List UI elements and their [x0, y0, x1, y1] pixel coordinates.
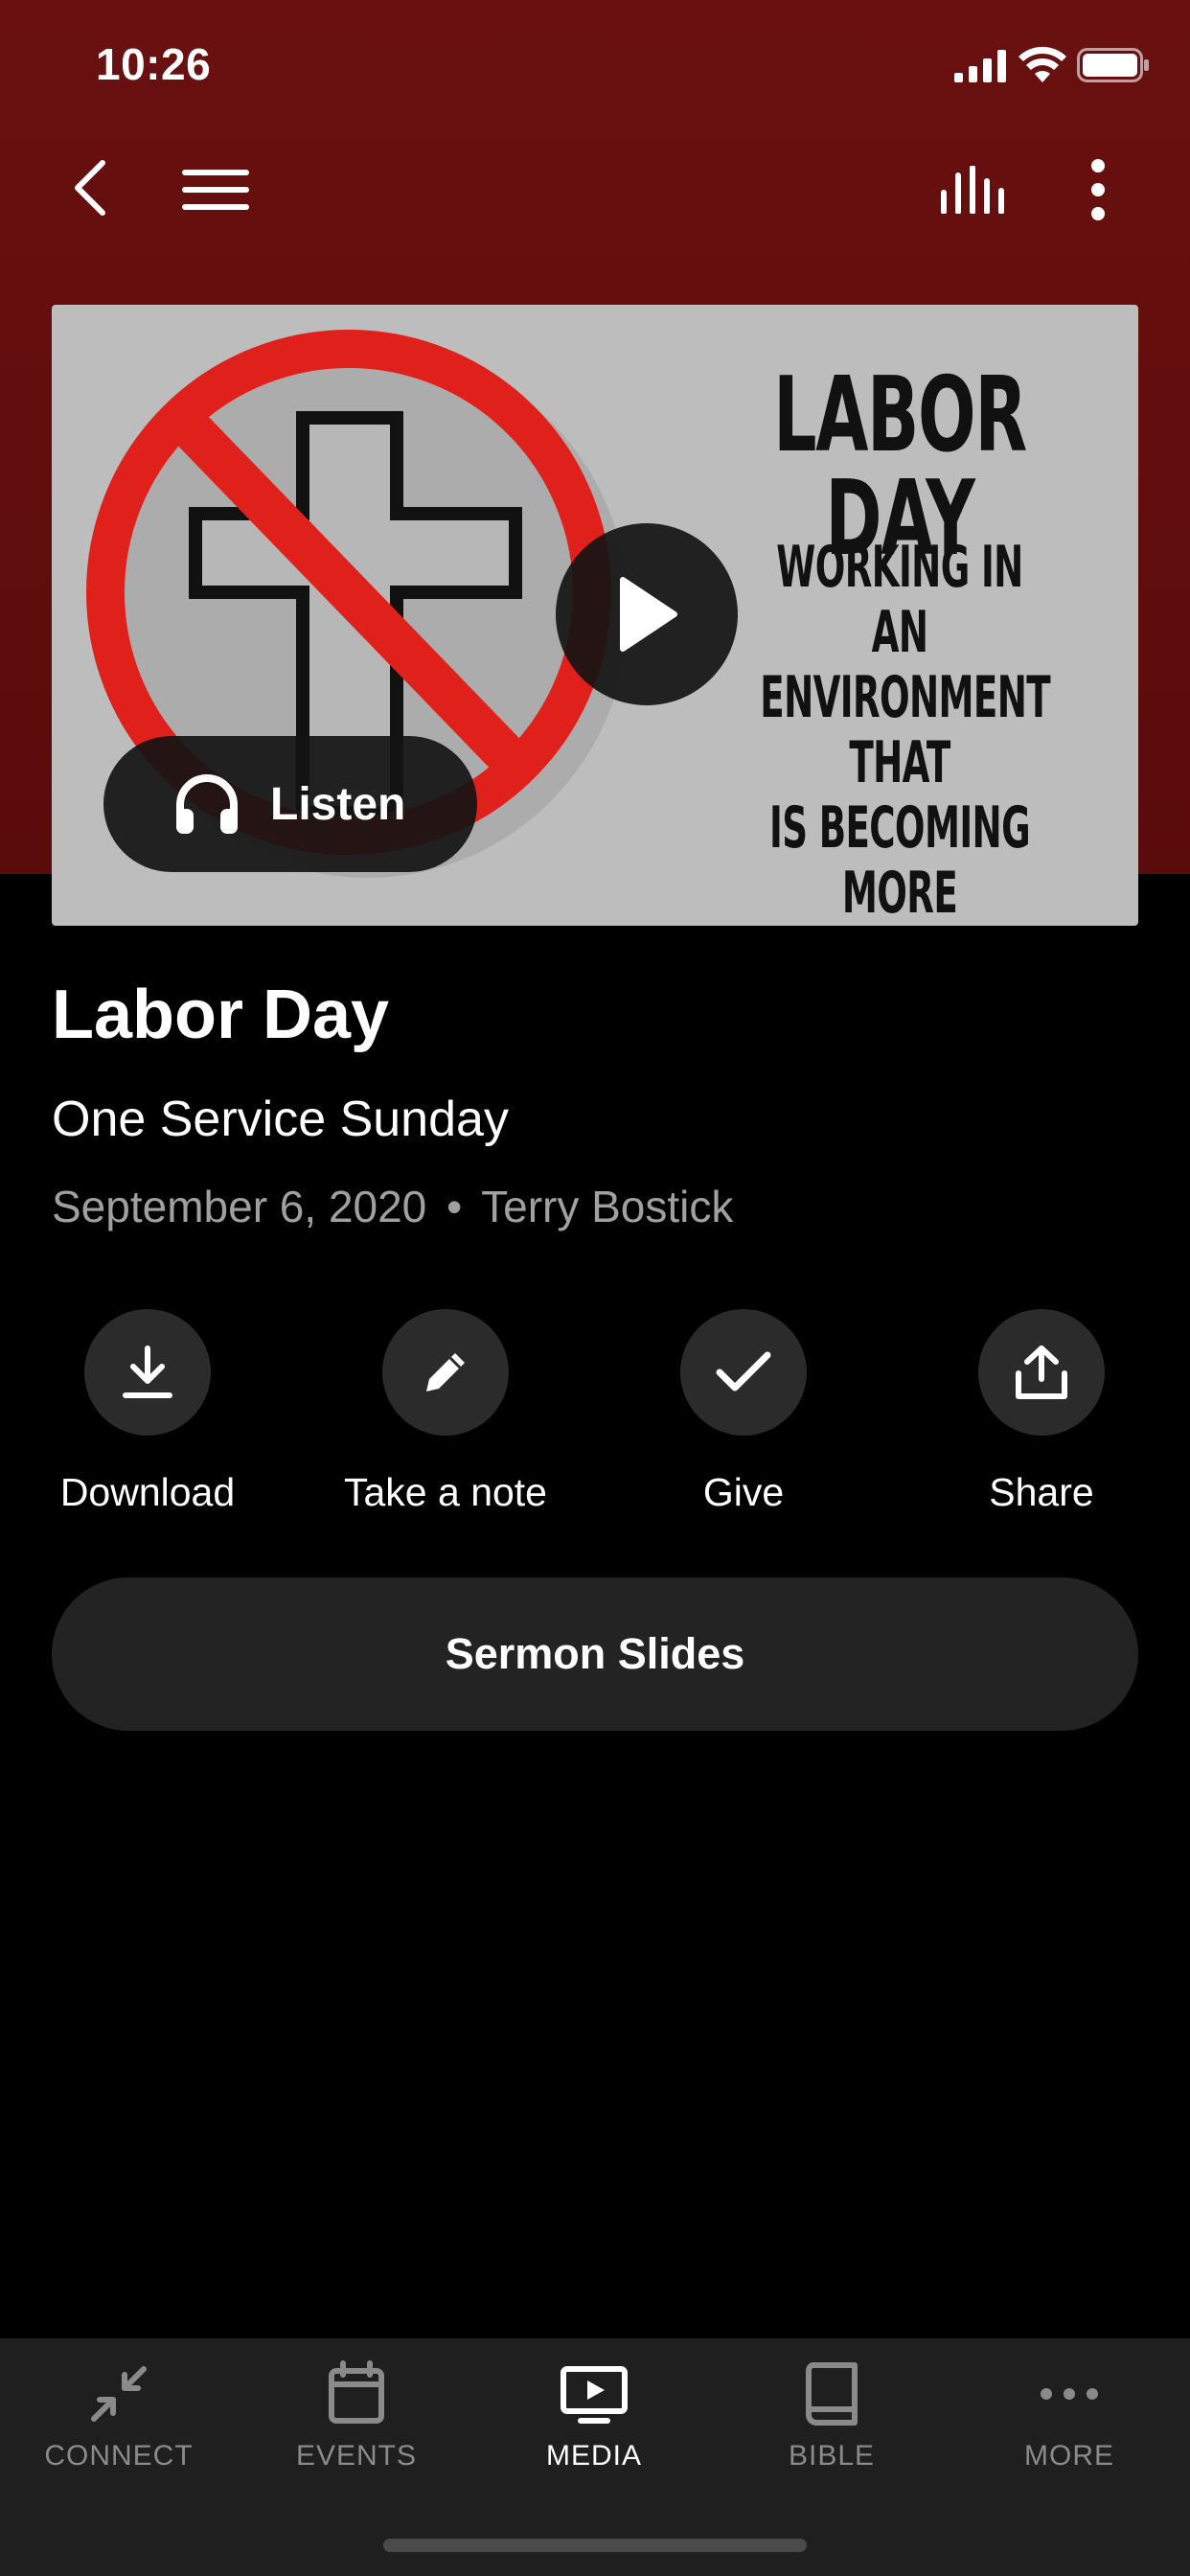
battery-icon: [1077, 48, 1149, 82]
download-circle: [84, 1309, 211, 1436]
back-button[interactable]: [56, 151, 123, 224]
listen-button[interactable]: Listen: [103, 736, 477, 872]
play-icon: [620, 577, 677, 652]
book-icon: [806, 2362, 858, 2426]
tab-bible[interactable]: BIBLE: [713, 2359, 950, 2503]
hamburger-menu-icon: [182, 170, 249, 210]
tab-media[interactable]: MEDIA: [475, 2359, 713, 2503]
home-indicator: [383, 2539, 807, 2552]
download-button[interactable]: Download: [33, 1309, 263, 1530]
play-button[interactable]: [556, 523, 738, 705]
take-note-label: Take a note: [344, 1470, 547, 1514]
meta-separator: •: [446, 1182, 463, 1231]
tab-connect[interactable]: CONNECT: [0, 2359, 238, 2503]
pencil-icon: [426, 1353, 465, 1392]
give-label: Give: [702, 1470, 785, 1514]
note-circle: [382, 1309, 509, 1436]
tab-more[interactable]: MORE: [950, 2359, 1188, 2503]
tab-connect-label: CONNECT: [44, 2440, 194, 2472]
sermon-detail-screen: 10:26 LABOR DAY WORKING IN AN ENVIRONMEN…: [0, 0, 1190, 2576]
share-label: Share: [989, 1470, 1094, 1514]
sermon-slides-button[interactable]: Sermon Slides: [52, 1577, 1138, 1731]
tab-media-label: MEDIA: [545, 2440, 642, 2472]
tab-events-label: EVENTS: [295, 2440, 418, 2472]
connect-arrows-icon: [91, 2366, 147, 2422]
wifi-icon: [1018, 46, 1066, 82]
share-circle: [978, 1309, 1105, 1436]
card-subtitle: WORKING IN AN ENVIRONMENT THAT IS BECOMI…: [760, 534, 1050, 926]
share-icon: [1016, 1346, 1067, 1399]
take-note-button[interactable]: Take a note: [331, 1309, 561, 1530]
download-label: Download: [59, 1470, 236, 1514]
checkmark-icon: [716, 1351, 771, 1392]
tab-bible-label: BIBLE: [788, 2440, 876, 2472]
tab-more-label: MORE: [1024, 2440, 1114, 2472]
give-button[interactable]: Give: [629, 1309, 858, 1530]
chevron-left-icon: [75, 160, 105, 216]
status-bar: 10:26: [0, 0, 1190, 134]
sermon-date: September 6, 2020: [52, 1182, 427, 1231]
sermon-meta: September 6, 2020 • Terry Bostick: [52, 1181, 733, 1232]
cellular-signal-icon: [954, 50, 1006, 82]
download-icon: [123, 1346, 172, 1398]
sermon-title: Labor Day: [52, 977, 390, 1053]
vertical-dots-icon: [1091, 159, 1105, 220]
sermon-series: One Service Sunday: [52, 1092, 509, 1147]
sermon-artwork[interactable]: LABOR DAY WORKING IN AN ENVIRONMENT THAT…: [52, 305, 1138, 926]
tab-events[interactable]: EVENTS: [238, 2359, 475, 2503]
menu-button[interactable]: [174, 153, 257, 226]
more-options-button[interactable]: [1071, 153, 1125, 226]
share-button[interactable]: Share: [927, 1309, 1156, 1530]
give-circle: [680, 1309, 807, 1436]
audio-levels-icon: [941, 166, 1004, 214]
status-time: 10:26: [96, 39, 212, 89]
sermon-speaker: Terry Bostick: [481, 1182, 734, 1231]
media-player-icon: [561, 2366, 628, 2424]
listen-label: Listen: [270, 778, 406, 830]
audio-levels-button[interactable]: [927, 153, 1019, 226]
calendar-icon: [329, 2360, 384, 2424]
horizontal-dots-icon: [1041, 2388, 1098, 2400]
headphones-icon: [176, 774, 238, 834]
